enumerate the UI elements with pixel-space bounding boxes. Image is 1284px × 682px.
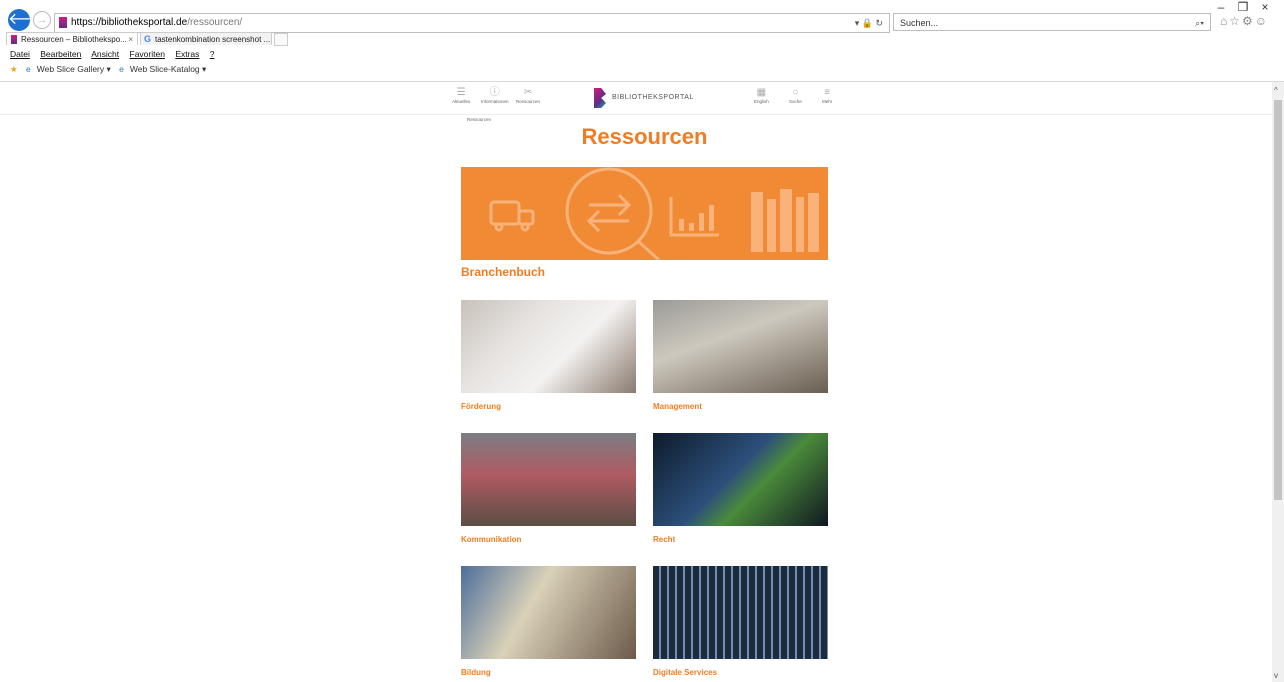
ie-icon: e	[26, 64, 31, 74]
branchenbuch-banner[interactable]	[461, 167, 828, 260]
window-controls[interactable]: – ❐ ×	[1210, 0, 1276, 14]
card-label[interactable]: Bildung	[461, 668, 636, 677]
forward-button[interactable]: →	[33, 11, 51, 29]
search-placeholder: Suchen...	[900, 18, 939, 28]
card-label[interactable]: Recht	[653, 535, 828, 544]
nav-aktuelles[interactable]: ☰ Aktuelles	[452, 87, 470, 104]
tools-icon: ✂	[523, 87, 533, 98]
exchange-icon	[589, 193, 632, 217]
google-icon: G	[144, 34, 152, 44]
nav-label: Aktuelles	[452, 99, 471, 104]
address-bar[interactable]: https://bibliotheksportal.de/ressourcen/…	[54, 13, 890, 33]
foerderung-image[interactable]	[461, 300, 636, 393]
toolbar-icons[interactable]: ⌂☆⚙☺	[1220, 14, 1269, 28]
scroll-up-icon[interactable]: ^	[1274, 86, 1278, 95]
logo-mark-icon	[594, 88, 606, 108]
card-recht[interactable]: Recht	[653, 433, 828, 544]
nav-label: Suche	[789, 99, 802, 104]
favorites-bar: ★ e Web Slice Gallery ▾ e Web Slice-Katalo…	[10, 64, 212, 75]
recht-image[interactable]	[653, 433, 828, 526]
nav-suche[interactable]: ○ Suche	[789, 87, 802, 104]
favorites-star-icon[interactable]: ★	[10, 64, 18, 74]
banner-illustration	[489, 167, 819, 260]
tab-favicon-icon	[11, 35, 17, 44]
tab-close-icon[interactable]: ×	[128, 33, 133, 45]
management-image[interactable]	[653, 300, 828, 393]
page-scrollbar[interactable]: ^ v	[1272, 82, 1284, 682]
menu-bar: Datei Bearbeiten Ansicht Favoriten Extra…	[10, 49, 223, 59]
magnifier-icon	[565, 167, 653, 255]
restore-button[interactable]: ❐	[1232, 0, 1254, 14]
tab-google[interactable]: G tastenkombination screenshot ...	[140, 32, 272, 45]
url-path: /ressourcen/	[187, 17, 243, 28]
search-input[interactable]: Suchen... ⌕▾	[893, 13, 1211, 31]
menu-datei[interactable]: Datei	[10, 49, 30, 59]
logo-text: BIBLIOTHEKSPORTAL	[612, 94, 694, 101]
card-foerderung[interactable]: Förderung	[461, 300, 636, 411]
digitale-services-image[interactable]	[653, 566, 828, 659]
menu-help[interactable]: ?	[210, 49, 215, 59]
new-tab-button[interactable]	[274, 33, 288, 46]
nav-label: Mehr	[822, 99, 833, 104]
search-icon: ○	[792, 87, 799, 98]
site-favicon-icon	[59, 17, 67, 28]
address-row: 🡐 → https://bibliotheksportal.de/ressour…	[0, 0, 1284, 33]
books-icon	[751, 192, 763, 252]
scroll-thumb[interactable]	[1274, 100, 1282, 500]
card-label[interactable]: Digitale Services	[653, 668, 828, 677]
menu-extras[interactable]: Extras	[175, 49, 199, 59]
minimize-button[interactable]: –	[1210, 0, 1232, 14]
menu-lines-icon: ☰	[456, 87, 466, 98]
bildung-image[interactable]	[461, 566, 636, 659]
hamburger-icon: ≡	[824, 87, 831, 98]
ie-icon: e	[119, 64, 124, 74]
card-label[interactable]: Kommunikation	[461, 535, 636, 544]
card-management[interactable]: Management	[653, 300, 828, 411]
back-button[interactable]: 🡐	[8, 9, 51, 31]
nav-ressourcen[interactable]: ✂ Ressourcen	[516, 87, 540, 104]
card-label[interactable]: Förderung	[461, 402, 636, 411]
nav-informationen[interactable]: ⓘ Informationen	[481, 87, 509, 104]
site-header: ☰ Aktuelles ⓘ Informationen ✂ Ressourcen BI…	[0, 82, 1272, 115]
nav-label: Ressourcen	[516, 99, 541, 104]
address-actions[interactable]: ▾ 🔒 ↻	[855, 14, 883, 32]
nav-english[interactable]: ▦ English	[754, 87, 769, 104]
url-host: https://bibliotheksportal.de	[71, 17, 188, 28]
nav-label: English	[754, 99, 769, 104]
card-bildung[interactable]: Bildung	[461, 566, 636, 677]
fav-web-slice-katalog[interactable]: Web Slice-Katalog ▾	[130, 64, 206, 74]
card-label[interactable]: Management	[653, 402, 828, 411]
truck-icon	[489, 200, 521, 226]
kommunikation-image[interactable]	[461, 433, 636, 526]
nav-label: Informationen	[481, 99, 509, 104]
menu-bearbeiten[interactable]: Bearbeiten	[40, 49, 81, 59]
scroll-down-icon[interactable]: v	[1274, 671, 1278, 680]
info-icon: ⓘ	[489, 87, 500, 98]
page-title: Ressourcen	[581, 124, 708, 149]
flag-icon: ▦	[756, 87, 767, 98]
card-digitale-services[interactable]: Digitale Services	[653, 566, 828, 677]
close-window-button[interactable]: ×	[1254, 0, 1276, 14]
fav-web-slice-gallery[interactable]: Web Slice Gallery ▾	[37, 64, 111, 74]
section-title-branchenbuch[interactable]: Branchenbuch	[461, 265, 545, 279]
browser-chrome: 🡐 → https://bibliotheksportal.de/ressour…	[0, 0, 1284, 82]
breadcrumb[interactable]: Ressourcen	[467, 117, 491, 122]
menu-favoriten[interactable]: Favoriten	[130, 49, 165, 59]
tab-strip: Ressourcen – Bibliothekspo... × G tasten…	[0, 32, 1284, 46]
nav-mehr[interactable]: ≡ Mehr	[822, 87, 832, 104]
search-icon[interactable]: ⌕▾	[1195, 14, 1204, 32]
menu-ansicht[interactable]: Ansicht	[91, 49, 119, 59]
tab-label: tastenkombination screenshot ...	[155, 35, 271, 44]
tab-label: Ressourcen – Bibliothekspo...	[21, 35, 127, 44]
card-kommunikation[interactable]: Kommunikation	[461, 433, 636, 544]
tab-ressourcen[interactable]: Ressourcen – Bibliothekspo... ×	[6, 32, 138, 45]
